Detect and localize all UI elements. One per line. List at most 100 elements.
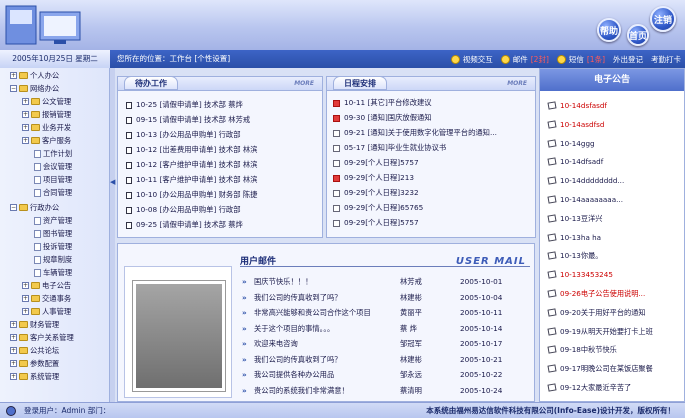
announcement-item[interactable]: 10-13豆洋兴 [547, 212, 602, 225]
collapse-icon[interactable]: − [10, 204, 17, 211]
todo-item[interactable]: 10-12 [客户维护申请单] 技术部 林滨 [126, 159, 257, 171]
sidebar-splitter[interactable]: ◀ [110, 68, 115, 402]
mail-row[interactable]: » 我们公司的传真收到了吗？ 林建彬 2005-10-21 [242, 353, 532, 366]
schedule-item[interactable]: 09-30 [通知]国庆放假通知 [333, 112, 432, 124]
expand-icon[interactable]: + [10, 360, 17, 367]
expand-icon[interactable]: + [22, 124, 29, 131]
sidebar-item[interactable]: 图书管理 [34, 228, 72, 239]
announcement-item[interactable]: 10-13ha ha [547, 231, 601, 244]
help-button[interactable]: 帮助 [597, 18, 621, 42]
announcement-item[interactable]: 09-20关于用好平台的通知 [547, 306, 646, 319]
schedule-item[interactable]: 09-29[个人日程]3232 [333, 187, 419, 199]
schedule-item[interactable]: 09-29[个人日程]65765 [333, 202, 423, 214]
expand-icon[interactable]: + [22, 295, 29, 302]
mail-row[interactable]: » 贵公司的系统我们非常满意！ 蔡清明 2005-10-24 [242, 384, 532, 397]
announcement-item[interactable]: 10-133453245 [547, 268, 613, 281]
schedule-item[interactable]: 05-17 [通知]毕业生就业协议书 [333, 142, 446, 154]
attendance-button[interactable]: 考勤打卡 [651, 54, 681, 65]
home-button[interactable]: 首页 [627, 24, 649, 46]
announcement-item[interactable]: 10-14dsfasdf [547, 99, 607, 112]
mail-subject[interactable]: 国庆节快乐！！！ [254, 275, 312, 288]
mail-row[interactable]: » 非常高兴能够和贵公司合作这个项目 黄丽平 2005-10-11 [242, 306, 532, 319]
mail-button[interactable]: 邮件 [2封] [500, 54, 549, 65]
todo-item[interactable]: 10-25 [请假申请单] 技术部 蔡烨 [126, 99, 243, 111]
sidebar-item[interactable]: + 个人办公 [10, 70, 59, 81]
sidebar-item[interactable]: 会议管理 [34, 161, 72, 172]
announcement-item[interactable]: 10-14dfsadf [547, 155, 603, 168]
expand-icon[interactable]: + [10, 72, 17, 79]
announcement-item[interactable]: 09-18中秋节快乐 [547, 343, 617, 356]
mail-subject[interactable]: 欢迎来电咨询 [254, 337, 298, 350]
schedule-more-link[interactable]: MORE [507, 80, 527, 87]
todo-item[interactable]: 09-25 [请假申请单] 技术部 蔡烨 [126, 219, 243, 231]
sidebar-item[interactable]: + 人事管理 [22, 306, 71, 317]
expand-icon[interactable]: + [10, 373, 17, 380]
collapse-arrow-icon[interactable]: ◀ [110, 178, 115, 186]
expand-icon[interactable]: + [22, 111, 29, 118]
sidebar-item[interactable]: 车辆管理 [34, 267, 72, 278]
announcement-item[interactable]: 10-14ggg [547, 137, 595, 150]
sidebar-item[interactable]: 工作计划 [34, 148, 72, 159]
sidebar-item[interactable]: + 电子公告 [22, 280, 71, 291]
expand-icon[interactable]: + [22, 308, 29, 315]
todo-item[interactable]: 09-15 [请假申请单] 技术部 林芳戒 [126, 114, 250, 126]
sidebar-item[interactable]: 规章制度 [34, 254, 72, 265]
schedule-item[interactable]: 10-11 [其它]平台修改建议 [333, 97, 432, 109]
schedule-item[interactable]: 09-29[个人日程]5757 [333, 157, 419, 169]
sidebar-item[interactable]: − 行政办公 [10, 202, 59, 213]
sidebar-item[interactable]: 合同管理 [34, 187, 72, 198]
expand-icon[interactable]: + [10, 347, 17, 354]
sidebar-item[interactable]: + 公文管理 [22, 96, 71, 107]
sidebar-item[interactable]: + 业务开发 [22, 122, 71, 133]
mail-row[interactable]: » 我们公司的传真收到了吗？ 林建彬 2005-10-04 [242, 291, 532, 304]
mail-subject[interactable]: 贵公司的系统我们非常满意！ [254, 384, 349, 397]
sms-button[interactable]: 短信 [1条] [556, 54, 605, 65]
expand-icon[interactable]: + [22, 137, 29, 144]
announcement-item[interactable]: 10-14dddddddd... [547, 174, 624, 187]
sidebar-item[interactable]: + 参数配置 [10, 358, 59, 369]
mail-subject[interactable]: 关于这个项目的事情。。。 [254, 322, 334, 335]
todo-item[interactable]: 10-10 [办公用品申购单] 财务部 陈捷 [126, 189, 257, 201]
expand-icon[interactable]: + [10, 321, 17, 328]
sidebar-item[interactable]: + 客户服务 [22, 135, 71, 146]
expand-icon[interactable]: + [10, 334, 17, 341]
sidebar-item[interactable]: − 网络办公 [10, 83, 59, 94]
outing-register-button[interactable]: 外出登记 [613, 54, 643, 65]
announcement-item[interactable]: 10-14aaaaaaaa... [547, 193, 623, 206]
mail-row[interactable]: » 关于这个项目的事情。。。 蔡 烨 2005-10-14 [242, 322, 532, 335]
sidebar-item[interactable]: + 系统管理 [10, 371, 59, 382]
sidebar-item[interactable]: 项目管理 [34, 174, 72, 185]
announcement-item[interactable]: 09-17明晚公司在某饭店聚餐 [547, 362, 653, 375]
sidebar-item[interactable]: + 客户关系管理 [10, 332, 74, 343]
mail-row[interactable]: » 国庆节快乐！！！ 林芳戒 2005-10-01 [242, 275, 532, 288]
logout-button[interactable]: 注销 [650, 6, 676, 32]
mail-subject[interactable]: 非常高兴能够和贵公司合作这个项目 [254, 306, 371, 319]
sidebar-item[interactable]: 投诉管理 [34, 241, 72, 252]
video-button[interactable]: 视频交互 [450, 54, 493, 65]
todo-item[interactable]: 10-12 [出差费用申请单] 技术部 林滨 [126, 144, 257, 156]
announcement-item[interactable]: 09-12大家最近辛苦了 [547, 381, 631, 394]
announcement-item[interactable]: 09-19从明天开始要打卡上班 [547, 325, 653, 338]
mail-row[interactable]: » 我公司提供各种办公用品 邹永远 2005-10-22 [242, 368, 532, 381]
todo-more-link[interactable]: MORE [294, 80, 314, 87]
schedule-item[interactable]: 09-29[个人日程]213 [333, 172, 414, 184]
sidebar-item[interactable]: 资产管理 [34, 215, 72, 226]
mail-subject[interactable]: 我公司提供各种办公用品 [254, 368, 334, 381]
sidebar-item[interactable]: + 交通事务 [22, 293, 71, 304]
sidebar-item[interactable]: + 公共论坛 [10, 345, 59, 356]
announcement-item[interactable]: 09-26电子公告使用说明... [547, 287, 645, 300]
schedule-item[interactable]: 09-21 [通知]关于使用数字化管理平台的通知... [333, 127, 497, 139]
expand-icon[interactable]: + [22, 98, 29, 105]
mail-row[interactable]: » 欢迎来电咨询 邹冠军 2005-10-17 [242, 337, 532, 350]
announcement-item[interactable]: 10-14asdfsd [547, 118, 604, 131]
todo-item[interactable]: 10-13 [办公用品申购单] 行政部 [126, 129, 241, 141]
sidebar-item[interactable]: + 财务管理 [10, 319, 59, 330]
todo-item[interactable]: 10-11 [客户维护申请单] 技术部 林滨 [126, 174, 257, 186]
schedule-item[interactable]: 09-29[个人日程]5757 [333, 217, 419, 229]
todo-item[interactable]: 10-08 [办公用品申购单] 行政部 [126, 204, 241, 216]
mail-subject[interactable]: 我们公司的传真收到了吗？ [254, 291, 342, 304]
expand-icon[interactable]: + [22, 282, 29, 289]
announcement-item[interactable]: 10-13你最。 [547, 249, 602, 262]
mail-subject[interactable]: 我们公司的传真收到了吗？ [254, 353, 342, 366]
sidebar-item[interactable]: + 报销管理 [22, 109, 71, 120]
